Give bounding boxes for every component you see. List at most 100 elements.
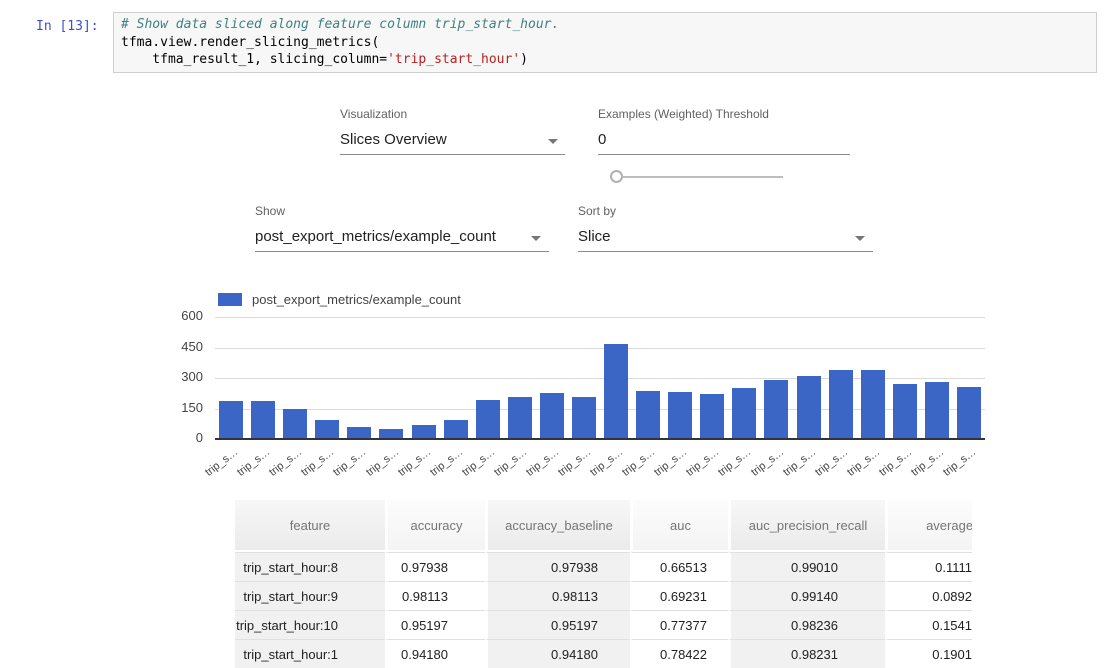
feature-cell: trip_start_hour:1 [235, 639, 385, 668]
metric-cell: 0.95197 [485, 610, 630, 639]
code-line-2: tfma.view.render_slicing_metrics( [121, 35, 379, 50]
column-header-auc_precision_recall[interactable]: auc_precision_recall [728, 500, 885, 552]
bar[interactable] [797, 376, 821, 439]
x-axis-tick-label: trip_s… [684, 446, 721, 479]
bar[interactable] [732, 388, 756, 439]
table-row: trip_start_hour:90.981130.981130.692310.… [235, 581, 972, 610]
column-header-auc[interactable]: auc [630, 500, 728, 552]
metric-cell: 0.1901 [885, 639, 972, 668]
bar[interactable] [476, 400, 500, 439]
metric-cell: 0.94180 [385, 639, 485, 668]
threshold-input[interactable]: 0 [598, 131, 606, 148]
x-axis-tick-label: trip_s… [364, 446, 401, 479]
bar[interactable] [315, 420, 339, 439]
sort-by-label: Sort by [578, 204, 616, 218]
bar[interactable] [636, 391, 660, 439]
bar[interactable] [764, 380, 788, 439]
x-axis-tick-label: trip_s… [941, 446, 978, 479]
legend-label: post_export_metrics/example_count [252, 292, 461, 307]
bar[interactable] [700, 394, 724, 439]
metric-cell: 0.98236 [728, 610, 885, 639]
bar[interactable] [925, 382, 949, 439]
metrics-table-container[interactable]: featureaccuracyaccuracy_baselineaucauc_p… [235, 500, 972, 668]
bar[interactable] [444, 420, 468, 439]
bar[interactable] [283, 409, 307, 440]
bar[interactable] [251, 401, 275, 439]
x-axis-tick-label: trip_s… [267, 446, 304, 479]
bar[interactable] [572, 397, 596, 439]
x-axis-tick-label: trip_s… [332, 446, 369, 479]
bar[interactable] [604, 344, 628, 439]
table-row: trip_start_hour:80.979380.979380.665130.… [235, 552, 972, 581]
x-axis-tick-label: trip_s… [460, 446, 497, 479]
y-axis-tick-label: 450 [150, 339, 203, 354]
x-axis-tick-label: trip_s… [524, 446, 561, 479]
legend-swatch [218, 293, 242, 306]
metric-cell: 0.77377 [630, 610, 728, 639]
code-string-literal: 'trip_start_hour' [387, 52, 520, 67]
x-axis-tick-label: trip_s… [299, 446, 336, 479]
metric-cell: 0.98113 [385, 581, 485, 610]
x-axis-tick-label: trip_s… [717, 446, 754, 479]
column-header-accuracy[interactable]: accuracy [385, 500, 485, 552]
code-comment: # Show data sliced along feature column … [121, 17, 559, 32]
x-axis-tick-label: trip_s… [396, 446, 433, 479]
column-header-accuracy_baseline[interactable]: accuracy_baseline [485, 500, 630, 552]
chevron-down-icon[interactable] [855, 236, 865, 241]
column-header-feature[interactable]: feature [235, 500, 385, 552]
sort-by-dropdown[interactable]: Slice [578, 228, 611, 245]
metric-cell: 0.1111 [885, 552, 972, 581]
bar[interactable] [668, 392, 692, 439]
table-row: trip_start_hour:10.941800.941800.784220.… [235, 639, 972, 668]
y-axis-tick-label: 300 [150, 369, 203, 384]
feature-cell: trip_start_hour:8 [235, 552, 385, 581]
x-axis-tick-label: trip_s… [749, 446, 786, 479]
code-cell-input[interactable]: # Show data sliced along feature column … [113, 12, 1097, 73]
bar[interactable] [893, 384, 917, 439]
bar[interactable] [219, 401, 243, 439]
x-axis-tick-label: trip_s… [813, 446, 850, 479]
x-axis-tick-label: trip_s… [492, 446, 529, 479]
show-underline [255, 251, 549, 252]
x-axis-tick-label: trip_s… [203, 446, 240, 479]
metric-cell: 0.69231 [630, 581, 728, 610]
table-header-row: featureaccuracyaccuracy_baselineaucauc_p… [235, 500, 972, 552]
visualization-dropdown[interactable]: Slices Overview [340, 131, 447, 148]
chevron-down-icon[interactable] [548, 139, 558, 144]
visualization-underline [340, 154, 565, 155]
metric-cell: 0.78422 [630, 639, 728, 668]
threshold-slider-track[interactable] [623, 176, 783, 178]
code-line-3: tfma_result_1, slicing_column='trip_star… [121, 52, 528, 67]
bar[interactable] [540, 393, 564, 439]
x-axis-tick-label: trip_s… [845, 446, 882, 479]
bar[interactable] [861, 370, 885, 439]
x-axis-tick-label: trip_s… [781, 446, 818, 479]
show-dropdown[interactable]: post_export_metrics/example_count [255, 228, 496, 245]
metric-cell: 0.97938 [385, 552, 485, 581]
table-row: trip_start_hour:100.951970.951970.773770… [235, 610, 972, 639]
tfma-notebook-screen: In [13]: # Show data sliced along featur… [0, 0, 1111, 668]
x-axis-tick-label: trip_s… [588, 446, 625, 479]
y-axis-tick-label: 600 [150, 308, 203, 323]
x-axis-tick-label: trip_s… [620, 446, 657, 479]
threshold-underline [598, 154, 850, 155]
metric-cell: 0.98231 [728, 639, 885, 668]
x-axis-tick-label: trip_s… [652, 446, 689, 479]
metric-cell: 0.95197 [385, 610, 485, 639]
metric-cell: 0.94180 [485, 639, 630, 668]
metric-cell: 0.99010 [728, 552, 885, 581]
bar[interactable] [829, 370, 853, 439]
x-axis-tick-label: trip_s… [556, 446, 593, 479]
metric-cell: 0.1541 [885, 610, 972, 639]
input-prompt: In [13]: [36, 19, 99, 34]
threshold-slider-handle[interactable] [610, 170, 623, 183]
bar[interactable] [508, 397, 532, 439]
chevron-down-icon[interactable] [531, 236, 541, 241]
x-axis-labels: trip_s…trip_s…trip_s…trip_s…trip_s…trip_… [215, 446, 1005, 476]
bar[interactable] [957, 387, 981, 439]
x-axis-tick-label: trip_s… [909, 446, 946, 479]
show-label: Show [255, 204, 285, 218]
column-header-average_los[interactable]: average_los [885, 500, 972, 552]
bar[interactable] [412, 425, 436, 439]
table-body: trip_start_hour:80.979380.979380.665130.… [235, 552, 972, 668]
